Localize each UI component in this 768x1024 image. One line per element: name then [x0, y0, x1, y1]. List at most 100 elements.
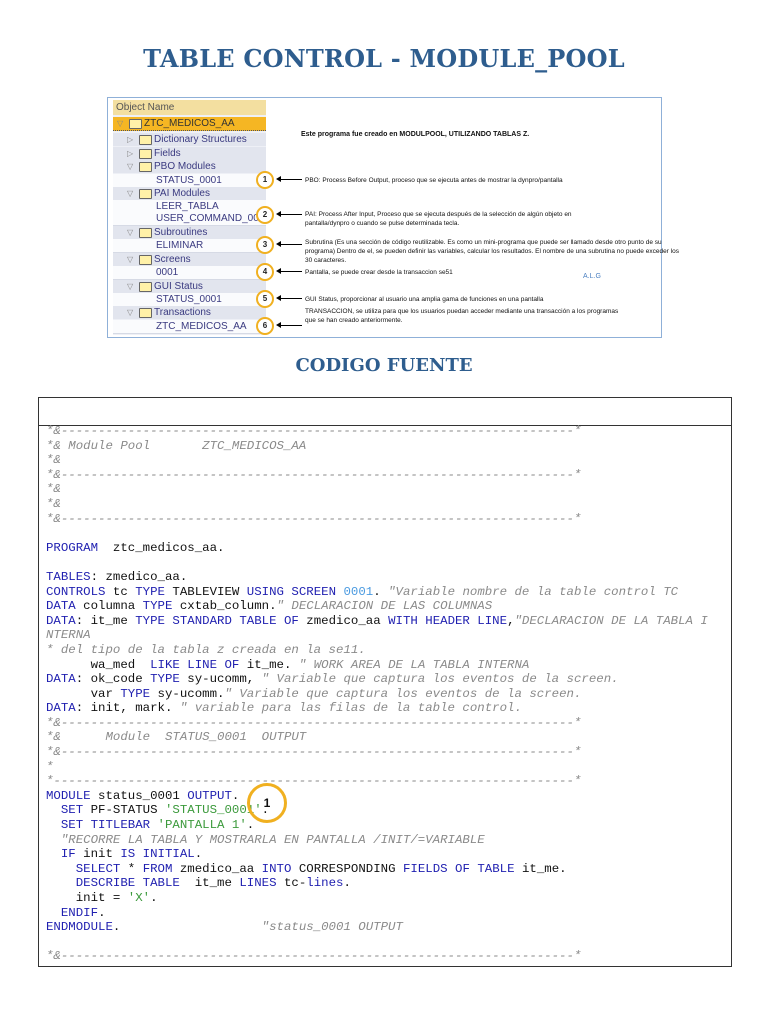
- folder-icon: [129, 119, 142, 129]
- tree-node[interactable]: STATUS_0001: [113, 293, 266, 307]
- arrow-left-icon: [276, 176, 302, 182]
- section-title: CODIGO FUENTE: [295, 355, 473, 376]
- comment: *& Module STATUS_0001 OUTPUT: [46, 730, 307, 745]
- author-initials: A.L.G: [583, 273, 601, 280]
- code-line: DATA: it_me TYPE STANDARD TABLE OF zmedi…: [46, 614, 708, 629]
- code-text: tc: [105, 584, 136, 599]
- intro-note: Este programa fue creado en MODULPOOL, U…: [301, 131, 530, 138]
- keyword: lines: [306, 876, 344, 891]
- tree-node[interactable]: ▷ Fields: [113, 147, 266, 160]
- annotation-text: pantalla/dynpro o cuando se pulse determ…: [305, 220, 460, 227]
- comment: * del tipo de la tabla z creada en la se…: [46, 642, 366, 657]
- tree-node[interactable]: USER_COMMAND_0001: [113, 212, 270, 226]
- code-text: : zmedico_aa.: [90, 569, 188, 584]
- expand-right-icon[interactable]: ▷: [127, 133, 133, 146]
- comment: *&--------------------------------------…: [46, 511, 582, 526]
- tree-node-label: STATUS_0001: [156, 175, 222, 186]
- annotation-text: PAI: Process After Input, Proceso que se…: [305, 211, 572, 218]
- folder-icon: [139, 228, 152, 238]
- expand-down-icon[interactable]: ▽: [127, 306, 133, 319]
- tree-node[interactable]: ▷ Dictionary Structures: [113, 133, 266, 146]
- code-line: IF init IS INITIAL.: [46, 847, 708, 862]
- code-line: DATA: ok_code TYPE sy-ucomm, " Variable …: [46, 672, 708, 687]
- code-text: PF-STATUS: [83, 803, 165, 818]
- code-text: : init, mark.: [75, 701, 180, 716]
- code-text: CORRESPONDING: [291, 861, 403, 876]
- expand-down-icon[interactable]: ▽: [127, 253, 133, 266]
- keyword: TYPE: [120, 686, 151, 701]
- keyword: MODULE: [46, 788, 91, 803]
- code-text: wa_med: [46, 657, 151, 672]
- code-text: tc-: [276, 876, 307, 891]
- tree-node[interactable]: ▽ GUI Status: [113, 280, 266, 293]
- tree-node-label: PAI Modules: [154, 188, 210, 199]
- annotation-text: PBO: Process Before Output, proceso que …: [305, 177, 563, 184]
- folder-icon: [139, 308, 152, 318]
- annotation-number: 4: [256, 263, 274, 281]
- keyword: WITH HEADER LINE: [388, 613, 508, 628]
- tree-node-label: STATUS_0001: [156, 294, 222, 305]
- tree-node[interactable]: ▽ Screens: [113, 253, 266, 266]
- annotation-text: que se han creado anteriormente.: [305, 317, 403, 324]
- annotation-text: 30 caracteres.: [305, 257, 347, 264]
- comment: *& Module Pool ZTC_MEDICOS_AA: [46, 438, 307, 453]
- comment: " Variable que captura los eventos de la…: [224, 686, 582, 701]
- tree-node-label: ZTC_MEDICOS_AA: [156, 321, 247, 332]
- comment: *&: [46, 453, 61, 468]
- comment: *&--------------------------------------…: [46, 949, 582, 964]
- annotation-text: TRANSACCION, se utiliza para que los usu…: [305, 308, 619, 315]
- tree-node[interactable]: ▽ Transactions: [113, 306, 266, 319]
- code-line: PROGRAM ztc_medicos_aa.: [46, 541, 708, 556]
- annotation-number: 6: [256, 317, 274, 335]
- code-line: *---------------------------------------…: [46, 774, 708, 789]
- keyword: DATA: [46, 599, 76, 614]
- tree-node[interactable]: ZTC_MEDICOS_AA: [113, 320, 266, 334]
- tree-node[interactable]: ▽ Subroutines: [113, 226, 266, 239]
- code-header-row: [39, 398, 731, 426]
- annotation-text: GUI Status, proporcionar al usuario una …: [305, 296, 544, 303]
- code-text: init: [75, 847, 121, 862]
- code-lines: *&--------------------------------------…: [46, 424, 708, 964]
- tree-node-label: PBO Modules: [154, 161, 216, 172]
- keyword: DATA: [46, 701, 76, 716]
- expand-down-icon[interactable]: ▽: [117, 117, 123, 130]
- expand-right-icon[interactable]: ▷: [127, 147, 133, 160]
- code-line: ENDIF.: [46, 906, 708, 921]
- expand-down-icon[interactable]: ▽: [127, 280, 133, 293]
- comment: "DECLARACION DE LA TABLA I: [514, 613, 708, 628]
- code-text: var: [46, 686, 121, 701]
- keyword: IF: [60, 847, 76, 862]
- keyword: TYPE: [150, 672, 180, 687]
- tree-node[interactable]: ELIMINAR: [113, 239, 266, 253]
- code-text: .: [112, 920, 262, 935]
- code-text: it_me.: [239, 657, 299, 672]
- tree-node[interactable]: 0001: [113, 266, 266, 280]
- expand-down-icon[interactable]: ▽: [127, 160, 133, 173]
- object-tree-figure: Object Name ▽ ZTC_MEDICOS_AA ▷ Dictionary S…: [107, 97, 679, 338]
- tree-node[interactable]: ▽ PAI Modules: [113, 187, 266, 200]
- code-line: *& Module Pool ZTC_MEDICOS_AA: [46, 439, 708, 454]
- code-line: NTERNA: [46, 628, 708, 643]
- code-line: SET TITLEBAR 'PANTALLA 1'.: [46, 818, 708, 833]
- folder-icon: [139, 255, 152, 265]
- arrow-left-icon: [276, 268, 302, 274]
- code-line: SET PF-STATUS 'STATUS_0001'.: [46, 803, 708, 818]
- arrow-left-icon: [276, 211, 302, 217]
- keyword: SELECT: [75, 861, 121, 876]
- expand-down-icon[interactable]: ▽: [127, 226, 133, 239]
- keyword: TYPE: [135, 584, 165, 599]
- code-text: .: [194, 847, 203, 862]
- number-literal: 0001: [343, 584, 374, 599]
- expand-down-icon[interactable]: ▽: [127, 187, 133, 200]
- code-text: TABLEVIEW: [165, 584, 247, 599]
- tree-node[interactable]: STATUS_0001: [113, 174, 266, 188]
- tree-node[interactable]: ▽ ZTC_MEDICOS_AA: [113, 117, 266, 131]
- keyword: LINES: [239, 876, 277, 891]
- tree-node[interactable]: ▽ PBO Modules: [113, 160, 266, 173]
- comment: *&--------------------------------------…: [46, 715, 582, 730]
